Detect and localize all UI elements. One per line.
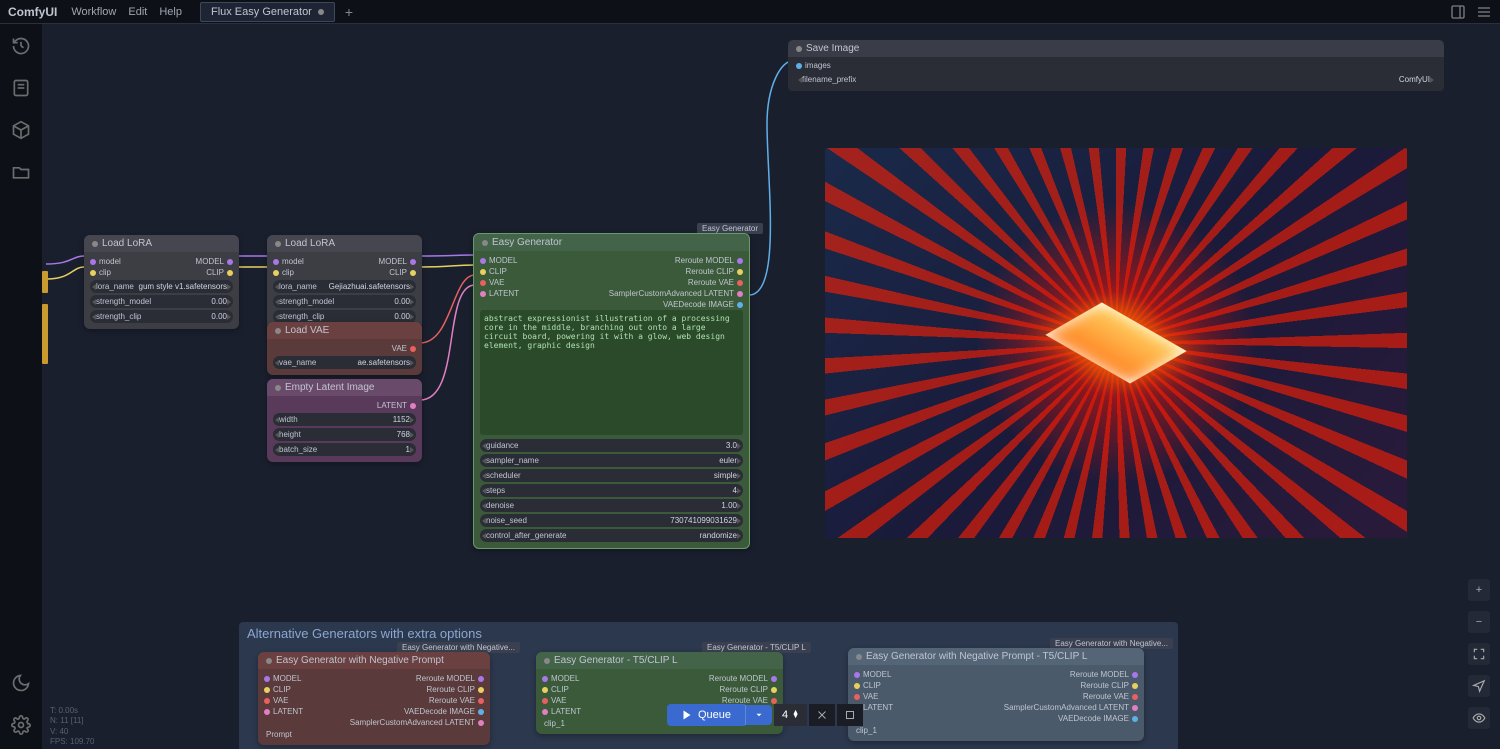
cancel-button[interactable] [809,704,835,726]
gear-icon[interactable] [11,715,31,735]
square-icon [844,709,856,721]
queue-dropdown[interactable] [745,705,772,725]
node-load-lora-2[interactable]: Load LoRA modelMODEL clipCLIP lora_nameG… [267,235,422,329]
tab-title: Flux Easy Generator [211,6,312,18]
queue-button[interactable]: Queue [667,704,745,726]
widget-batch[interactable]: batch_size1 [273,443,416,456]
clip1-label: clip_1 [854,724,1138,737]
node-load-lora-1[interactable]: Load LoRA modelMODEL clipCLIP lora_nameg… [84,235,239,329]
layout-icon[interactable] [1450,4,1466,20]
menu-help[interactable]: Help [159,6,182,18]
expand-icon [1472,647,1486,661]
widget-strength-clip[interactable]: strength_clip0.00 [90,310,233,323]
widget-scheduler[interactable]: schedulersimple [480,469,743,482]
widget-width[interactable]: width1152 [273,413,416,426]
node-load-vae[interactable]: Load VAE VAE vae_nameae.safetensors [267,322,422,375]
node-title: Easy Generator with Negative Prompt [276,655,444,666]
node-easy-generator[interactable]: Easy Generator MODELReroute MODEL CLIPRe… [473,233,750,549]
locate-icon [1472,679,1486,693]
widget-vae-name[interactable]: vae_nameae.safetensors [273,356,416,369]
reroute-node[interactable] [42,304,48,364]
widget-lora-name[interactable]: lora_nameGejiazhuai.safetensors [273,280,416,293]
node-title: Easy Generator with Negative Prompt - T5… [866,651,1087,662]
play-icon [681,709,693,721]
node-title: Easy Generator [492,237,562,248]
menu-workflow[interactable]: Workflow [71,6,116,18]
widget-steps[interactable]: steps4 [480,484,743,497]
chevron-down-icon [754,710,764,720]
widget-lora-name[interactable]: lora_namegum style v1.safetensors [90,280,233,293]
stop-button[interactable] [837,704,863,726]
view-controls: + − [1468,579,1490,729]
book-icon[interactable] [11,78,31,98]
moon-icon[interactable] [11,673,31,693]
canvas-stats: T: 0.00s N: 11 [11] V: 40 FPS: 109.70 [50,706,94,748]
brand: ComfyUI [8,5,57,19]
visibility-button[interactable] [1468,707,1490,729]
sidebar [0,24,42,749]
node-empty-latent[interactable]: Empty Latent Image LATENT width1152 heig… [267,379,422,462]
output-image-preview[interactable] [825,148,1407,538]
unsaved-dot-icon [318,9,324,15]
history-icon[interactable] [11,36,31,56]
widget-denoise[interactable]: denoise1.00 [480,499,743,512]
node-title: Empty Latent Image [285,382,375,393]
node-easy-gen-negative[interactable]: Easy Generator with Negative Prompt MODE… [258,652,490,745]
topbar: ComfyUI Workflow Edit Help Flux Easy Gen… [0,0,1500,24]
queue-count[interactable]: 4 ▲ ▼ [774,704,807,726]
zoom-in-button[interactable]: + [1468,579,1490,601]
canvas[interactable]: Load LoRA modelMODEL clipCLIP lora_nameg… [42,24,1500,749]
node-title: Load VAE [285,325,329,336]
widget-guidance[interactable]: guidance3.0 [480,439,743,452]
eye-icon [1472,711,1486,725]
node-title: Easy Generator - T5/CLIP L [554,655,678,666]
menu-edit[interactable]: Edit [128,6,147,18]
queue-bar: Queue 4 ▲ ▼ [667,704,863,726]
stepper-down-icon[interactable]: ▼ [792,715,799,719]
node-easy-gen-negative-t5[interactable]: Easy Generator with Negative Prompt - T5… [848,648,1144,741]
node-title: Save Image [806,43,859,54]
locate-button[interactable] [1468,675,1490,697]
close-icon [816,709,828,721]
widget-control-after-generate[interactable]: control_after_generaterandomize [480,529,743,542]
node-title: Load LoRA [102,238,152,249]
prompt-label: Prompt [264,728,484,741]
tab-flux-easy-generator[interactable]: Flux Easy Generator [200,2,335,22]
folder-icon[interactable] [11,162,31,182]
node-title: Load LoRA [285,238,335,249]
widget-height[interactable]: height768 [273,428,416,441]
menu-icon[interactable] [1476,4,1492,20]
prompt-textarea[interactable] [480,310,743,435]
node-save-image[interactable]: Save Image images filename_prefixComfyUI [788,40,1444,91]
add-tab-icon[interactable]: + [345,4,353,20]
widget-sampler-name[interactable]: sampler_nameeuler [480,454,743,467]
fit-view-button[interactable] [1468,643,1490,665]
widget-strength-model[interactable]: strength_model0.00 [90,295,233,308]
widget-filename-prefix[interactable]: filename_prefixComfyUI [796,73,1436,86]
zoom-out-button[interactable]: − [1468,611,1490,633]
reroute-node[interactable] [42,271,48,293]
cube-icon[interactable] [11,120,31,140]
widget-noise-seed[interactable]: noise_seed730741099031629 [480,514,743,527]
widget-strength-model[interactable]: strength_model0.00 [273,295,416,308]
